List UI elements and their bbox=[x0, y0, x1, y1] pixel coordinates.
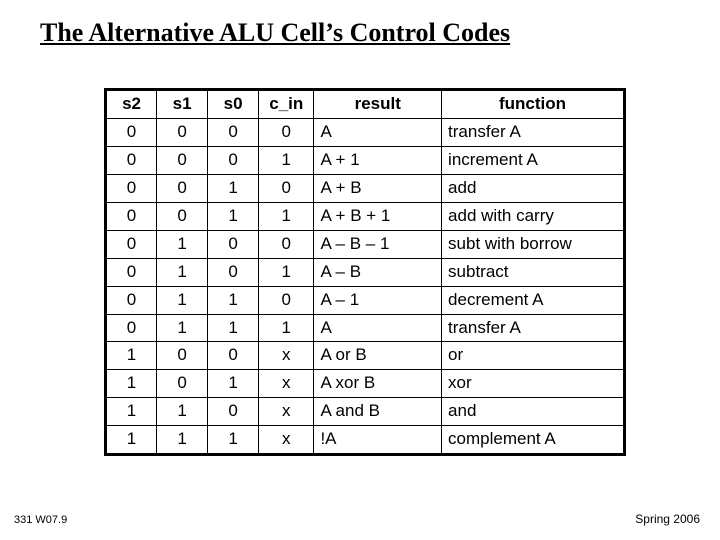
cell-s2: 1 bbox=[106, 426, 157, 455]
cell-function: subt with borrow bbox=[442, 230, 625, 258]
cell-c-in: 0 bbox=[259, 118, 314, 146]
cell-s0: 0 bbox=[208, 342, 259, 370]
th-c-in: c_in bbox=[259, 90, 314, 119]
cell-function: add bbox=[442, 174, 625, 202]
cell-result: A xor B bbox=[314, 370, 442, 398]
cell-s2: 0 bbox=[106, 230, 157, 258]
cell-c-in: 1 bbox=[259, 202, 314, 230]
cell-result: A + B + 1 bbox=[314, 202, 442, 230]
table-row: 0 0 1 1 A + B + 1 add with carry bbox=[106, 202, 625, 230]
cell-c-in: 0 bbox=[259, 230, 314, 258]
alu-table-wrap: s2 s1 s0 c_in result function 0 0 0 0 A … bbox=[104, 88, 626, 456]
cell-s0: 0 bbox=[208, 146, 259, 174]
cell-s0: 0 bbox=[208, 258, 259, 286]
cell-function: add with carry bbox=[442, 202, 625, 230]
footer-right: Spring 2006 bbox=[635, 512, 700, 526]
cell-c-in: 1 bbox=[259, 146, 314, 174]
cell-s1: 1 bbox=[157, 314, 208, 342]
cell-result: A + B bbox=[314, 174, 442, 202]
footer-left: 331 W07.9 bbox=[14, 514, 67, 526]
cell-c-in: 0 bbox=[259, 174, 314, 202]
cell-c-in: 1 bbox=[259, 314, 314, 342]
cell-s1: 1 bbox=[157, 426, 208, 455]
cell-result: A bbox=[314, 314, 442, 342]
table-row: 0 1 1 0 A – 1 decrement A bbox=[106, 286, 625, 314]
table-row: 1 0 1 x A xor B xor bbox=[106, 370, 625, 398]
cell-s1: 1 bbox=[157, 230, 208, 258]
cell-result: !A bbox=[314, 426, 442, 455]
table-row: 1 1 1 x !A complement A bbox=[106, 426, 625, 455]
th-s0: s0 bbox=[208, 90, 259, 119]
cell-s0: 0 bbox=[208, 398, 259, 426]
cell-result: A – 1 bbox=[314, 286, 442, 314]
cell-s0: 1 bbox=[208, 314, 259, 342]
cell-s2: 1 bbox=[106, 342, 157, 370]
cell-c-in: x bbox=[259, 370, 314, 398]
table-row: 0 0 0 0 A transfer A bbox=[106, 118, 625, 146]
cell-s1: 0 bbox=[157, 146, 208, 174]
cell-s2: 0 bbox=[106, 118, 157, 146]
page-title: The Alternative ALU Cell’s Control Codes bbox=[40, 18, 680, 52]
cell-s2: 0 bbox=[106, 146, 157, 174]
cell-s1: 0 bbox=[157, 370, 208, 398]
cell-result: A and B bbox=[314, 398, 442, 426]
cell-result: A + 1 bbox=[314, 146, 442, 174]
cell-s1: 0 bbox=[157, 118, 208, 146]
cell-result: A or B bbox=[314, 342, 442, 370]
th-function: function bbox=[442, 90, 625, 119]
cell-result: A – B – 1 bbox=[314, 230, 442, 258]
cell-function: or bbox=[442, 342, 625, 370]
th-s1: s1 bbox=[157, 90, 208, 119]
cell-s2: 0 bbox=[106, 258, 157, 286]
cell-s1: 1 bbox=[157, 398, 208, 426]
th-s2: s2 bbox=[106, 90, 157, 119]
table-row: 0 1 1 1 A transfer A bbox=[106, 314, 625, 342]
cell-c-in: x bbox=[259, 342, 314, 370]
cell-s1: 0 bbox=[157, 174, 208, 202]
table-row: 0 0 1 0 A + B add bbox=[106, 174, 625, 202]
cell-s0: 0 bbox=[208, 230, 259, 258]
cell-result: A – B bbox=[314, 258, 442, 286]
cell-function: complement A bbox=[442, 426, 625, 455]
cell-s2: 1 bbox=[106, 398, 157, 426]
cell-c-in: 1 bbox=[259, 258, 314, 286]
cell-c-in: 0 bbox=[259, 286, 314, 314]
cell-c-in: x bbox=[259, 426, 314, 455]
cell-function: increment A bbox=[442, 146, 625, 174]
cell-s2: 0 bbox=[106, 286, 157, 314]
table-row: 0 0 0 1 A + 1 increment A bbox=[106, 146, 625, 174]
cell-function: transfer A bbox=[442, 118, 625, 146]
cell-function: subtract bbox=[442, 258, 625, 286]
table-row: 1 0 0 x A or B or bbox=[106, 342, 625, 370]
cell-s0: 1 bbox=[208, 174, 259, 202]
table-header-row: s2 s1 s0 c_in result function bbox=[106, 90, 625, 119]
cell-s0: 1 bbox=[208, 286, 259, 314]
cell-s2: 1 bbox=[106, 370, 157, 398]
cell-c-in: x bbox=[259, 398, 314, 426]
cell-s1: 0 bbox=[157, 202, 208, 230]
table-row: 0 1 0 1 A – B subtract bbox=[106, 258, 625, 286]
cell-s1: 1 bbox=[157, 286, 208, 314]
cell-result: A bbox=[314, 118, 442, 146]
cell-s2: 0 bbox=[106, 202, 157, 230]
slide: The Alternative ALU Cell’s Control Codes… bbox=[0, 0, 720, 540]
cell-s1: 0 bbox=[157, 342, 208, 370]
cell-function: transfer A bbox=[442, 314, 625, 342]
cell-s0: 0 bbox=[208, 118, 259, 146]
table-row: 0 1 0 0 A – B – 1 subt with borrow bbox=[106, 230, 625, 258]
th-result: result bbox=[314, 90, 442, 119]
table-row: 1 1 0 x A and B and bbox=[106, 398, 625, 426]
cell-s2: 0 bbox=[106, 174, 157, 202]
alu-control-table: s2 s1 s0 c_in result function 0 0 0 0 A … bbox=[104, 88, 626, 456]
cell-s0: 1 bbox=[208, 370, 259, 398]
cell-s2: 0 bbox=[106, 314, 157, 342]
cell-s0: 1 bbox=[208, 202, 259, 230]
cell-function: xor bbox=[442, 370, 625, 398]
cell-function: decrement A bbox=[442, 286, 625, 314]
cell-s0: 1 bbox=[208, 426, 259, 455]
cell-s1: 1 bbox=[157, 258, 208, 286]
cell-function: and bbox=[442, 398, 625, 426]
